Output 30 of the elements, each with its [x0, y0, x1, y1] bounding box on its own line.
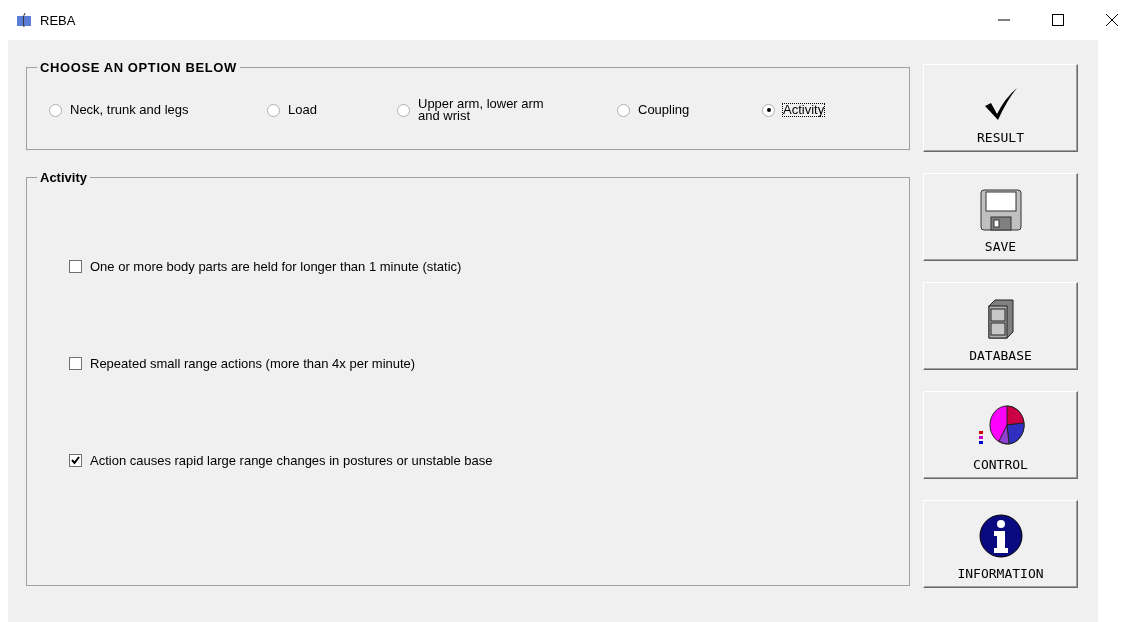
checkbox-label: One or more body parts are held for longer than 1 minute (static): [90, 259, 462, 274]
info-icon: [978, 514, 1023, 558]
toolbar-button[interactable]: CONTROL: [923, 391, 1078, 479]
group-title: CHOOSE AN OPTION BELOW: [39, 60, 238, 75]
toolbar-button[interactable]: INFORMATION: [923, 500, 1078, 588]
filing-cabinet-icon: [986, 298, 1015, 340]
maximize-icon: [1052, 14, 1064, 26]
checkbox-label: Action causes rapid large range changes in postures or unstable base: [90, 453, 493, 468]
radio-button[interactable]: [267, 103, 280, 117]
checkbox[interactable]: [69, 357, 82, 370]
checkbox[interactable]: [69, 260, 82, 273]
radio-button[interactable]: [397, 103, 410, 117]
toolbar-button[interactable]: DATABASE: [923, 282, 1078, 370]
group-title: Activity: [39, 170, 88, 185]
checkbox-label: Repeated small range actions (more than 4x per minute): [90, 356, 416, 371]
radio-option[interactable]: Upper arm, lower arm and wrist: [397, 97, 617, 123]
toolbar-button[interactable]: SAVE: [923, 173, 1078, 261]
radio-option[interactable]: Neck, trunk and legs: [49, 103, 267, 117]
app-icon: [16, 12, 32, 28]
toolbar-button[interactable]: RESULT: [923, 64, 1078, 152]
radio-button[interactable]: [762, 103, 775, 117]
radio-button[interactable]: [617, 103, 630, 117]
close-icon: [1106, 14, 1118, 26]
window-title: REBA: [40, 12, 77, 28]
checkbox[interactable]: [69, 454, 82, 467]
radio-option[interactable]: Load: [267, 103, 397, 117]
radio-option[interactable]: Activity: [762, 103, 882, 117]
checkmark-icon: [982, 86, 1019, 122]
radio-option[interactable]: Coupling: [617, 103, 762, 117]
radio-button[interactable]: [49, 103, 62, 117]
